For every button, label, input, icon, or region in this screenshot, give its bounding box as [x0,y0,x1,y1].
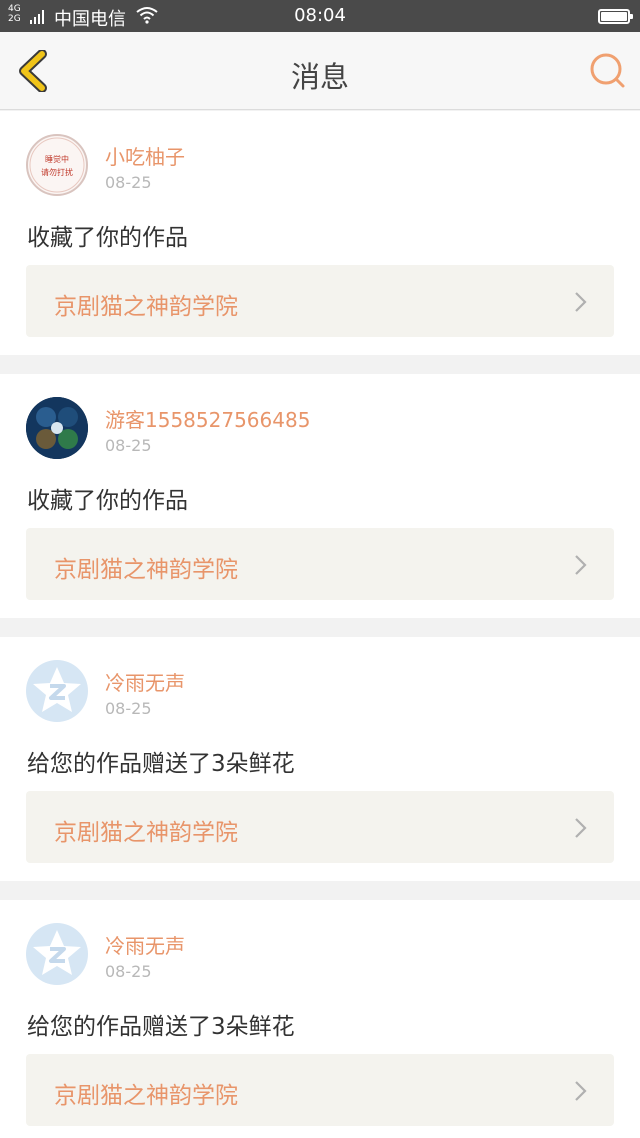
sender-name[interactable]: 小吃柚子 [105,141,185,170]
message-card: 冷雨无声 08-25 给您的作品赠送了3朵鲜花 京剧猫之神韵学院 [0,900,640,1138]
work-link[interactable]: 京剧猫之神韵学院 [26,265,614,337]
svg-text:请勿打扰: 请勿打扰 [41,167,73,177]
work-title: 京剧猫之神韵学院 [54,820,238,846]
work-link[interactable]: 京剧猫之神韵学院 [26,1054,614,1126]
search-icon[interactable] [588,52,626,90]
work-link[interactable]: 京剧猫之神韵学院 [26,528,614,600]
svg-text:睡觉中: 睡觉中 [45,154,69,164]
message-card: 冷雨无声 08-25 给您的作品赠送了3朵鲜花 京剧猫之神韵学院 [0,637,640,881]
message-text: 给您的作品赠送了3朵鲜花 [27,751,295,777]
sender-name[interactable]: 冷雨无声 [105,930,185,959]
message-date: 08-25 [105,962,152,981]
message-date: 08-25 [105,699,152,718]
message-date: 08-25 [105,436,152,455]
work-link[interactable]: 京剧猫之神韵学院 [26,791,614,863]
avatar[interactable]: 睡觉中 请勿打扰 [26,134,88,196]
nav-bar: 消息 [0,32,640,110]
status-bar: 4G 2G 中国电信 08:04 [0,0,640,32]
message-list: 睡觉中 请勿打扰 小吃柚子 08-25 收藏了你的作品 京剧猫之神韵学院 游客1… [0,111,640,1138]
sender-name[interactable]: 冷雨无声 [105,667,185,696]
chevron-right-icon [575,555,587,575]
work-title: 京剧猫之神韵学院 [54,294,238,320]
avatar[interactable] [26,397,88,459]
message-card: 睡觉中 请勿打扰 小吃柚子 08-25 收藏了你的作品 京剧猫之神韵学院 [0,111,640,355]
battery-icon [598,9,633,24]
message-card: 游客1558527566485 08-25 收藏了你的作品 京剧猫之神韵学院 [0,374,640,618]
avatar[interactable] [26,923,88,985]
chevron-right-icon [575,818,587,838]
work-title: 京剧猫之神韵学院 [54,557,238,583]
clock: 08:04 [294,5,346,26]
sender-name[interactable]: 游客1558527566485 [105,404,310,433]
message-text: 收藏了你的作品 [27,225,188,251]
work-title: 京剧猫之神韵学院 [54,1083,238,1109]
message-text: 收藏了你的作品 [27,488,188,514]
chevron-right-icon [575,292,587,312]
chevron-right-icon [575,1081,587,1101]
message-text: 给您的作品赠送了3朵鲜花 [27,1014,295,1040]
message-date: 08-25 [105,173,152,192]
page-title: 消息 [290,60,349,94]
avatar[interactable] [26,660,88,722]
